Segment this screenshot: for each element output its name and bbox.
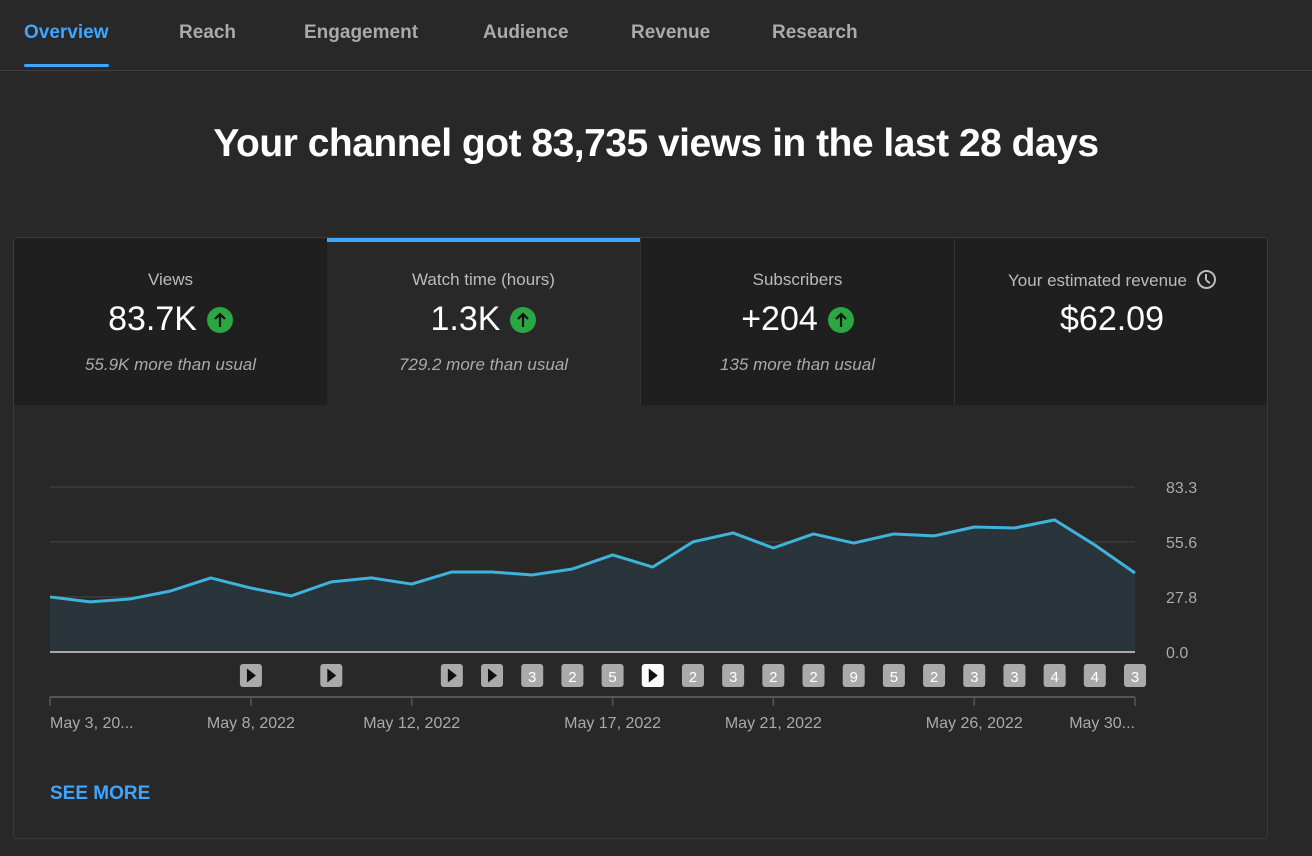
- x-tick-label: May 30...: [1069, 715, 1135, 732]
- x-tick-label: May 8, 2022: [207, 715, 295, 732]
- video-marker-count: 2: [769, 669, 777, 686]
- x-tick-label: May 17, 2022: [564, 715, 661, 732]
- see-more-link[interactable]: SEE MORE: [50, 783, 150, 805]
- video-marker-count: 3: [528, 669, 536, 686]
- watch-time-chart: 83.3 55.6 27.8 0.0 3 2 5 2 3 2 2 9 5 2 3 3 4 4 3 May 3, 20.…: [49, 480, 1197, 732]
- video-marker-count: 3: [729, 669, 737, 686]
- video-marker-count: 2: [689, 669, 697, 686]
- video-marker-count: 3: [1131, 669, 1139, 686]
- area-fill: [50, 519, 1135, 652]
- video-marker-count: 2: [930, 669, 938, 686]
- video-marker-count: 2: [809, 669, 817, 686]
- x-tick-label: May 21, 2022: [725, 715, 822, 732]
- video-marker-count: 4: [1050, 669, 1058, 686]
- video-marker-count: 9: [850, 669, 858, 686]
- video-marker-count: 2: [568, 669, 576, 686]
- video-marker-count: 3: [1010, 669, 1018, 686]
- y-tick-label: 55.6: [1166, 535, 1197, 552]
- y-tick-label: 83.3: [1166, 480, 1197, 497]
- video-marker-count: 5: [890, 669, 898, 686]
- video-marker-count: 3: [970, 669, 978, 686]
- y-tick-label: 0.0: [1166, 645, 1188, 662]
- x-tick-label: May 3, 20...: [50, 715, 134, 732]
- video-marker-count: 4: [1091, 669, 1099, 686]
- x-tick-label: May 26, 2022: [926, 715, 1023, 732]
- y-tick-label: 27.8: [1166, 590, 1197, 607]
- video-marker-count: 5: [608, 669, 616, 686]
- x-tick-label: May 12, 2022: [363, 715, 460, 732]
